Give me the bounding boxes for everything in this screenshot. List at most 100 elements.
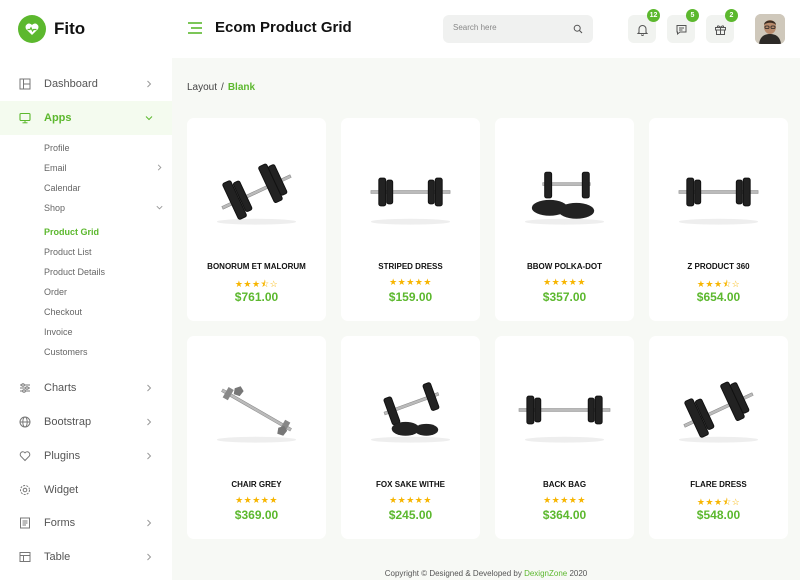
dumbbell-product-image[interactable] (515, 374, 614, 444)
bell-icon (636, 24, 648, 36)
gifts-badge: 2 (725, 9, 738, 22)
sidebar-item-label: Forms (44, 517, 76, 529)
notifications-badge: 12 (647, 9, 660, 22)
sidebar-item-label: Widget (44, 484, 79, 496)
gear-icon (18, 483, 32, 497)
subitem-label: Checkout (44, 307, 83, 317)
form-icon (18, 516, 32, 530)
product-price: $364.00 (542, 508, 587, 522)
globe-icon (18, 415, 32, 429)
product-card[interactable]: FOX SAKE WITHE ★★★★★ $245.00 (341, 336, 480, 539)
subitem-label: Shop (44, 203, 66, 213)
dumbbell-product-image[interactable] (361, 374, 460, 444)
product-name[interactable]: BONORUM ET MALORUM (187, 262, 326, 271)
subitem-label: Product Grid (44, 227, 100, 237)
product-price: $548.00 (696, 508, 741, 522)
sidebar-item-plugins[interactable]: Plugins (0, 439, 172, 473)
sidebar-subitem-shop[interactable]: Shop (44, 201, 164, 215)
sidebar-subitem-checkout[interactable]: Checkout (44, 305, 164, 319)
sidebar-item-charts[interactable]: Charts (0, 371, 172, 405)
product-price: $159.00 (388, 290, 433, 304)
sidebar-subitem-product-details[interactable]: Product Details (44, 265, 164, 279)
sidebar-item-label: Bootstrap (44, 416, 92, 428)
subitem-label: Profile (44, 143, 70, 153)
brand[interactable]: Fito (18, 14, 85, 44)
heart-pulse-logo-icon (18, 15, 46, 43)
sidebar-item-widget[interactable]: Widget (0, 473, 172, 507)
footer-company-link[interactable]: DexignZone (524, 569, 567, 578)
sidebar-item-forms[interactable]: Forms (0, 506, 172, 540)
sidebar-item-dashboard[interactable]: Dashboard (0, 67, 172, 101)
subitem-label: Product List (44, 247, 92, 257)
breadcrumb-parent[interactable]: Layout (187, 82, 217, 93)
gift-icon (714, 24, 726, 35)
footer: Copyright © Designed & Developed by Dexi… (172, 569, 800, 578)
product-name[interactable]: STRIPED DRESS (341, 262, 480, 271)
dumbbell-product-image[interactable] (207, 374, 306, 444)
chat-icon (676, 24, 686, 35)
chevron-right-icon (147, 519, 152, 527)
sidebar-subitem-profile[interactable]: Profile (44, 141, 164, 155)
product-card[interactable]: CHAIR GREY ★★★★★ $369.00 (187, 336, 326, 539)
dumbbell-product-image[interactable] (361, 156, 460, 226)
product-name[interactable]: BBOW POLKA-DOT (495, 262, 634, 271)
sliders-icon (18, 381, 32, 395)
sidebar-subitem-product-grid[interactable]: Product Grid (44, 225, 164, 239)
sidebar-subitem-product-list[interactable]: Product List (44, 245, 164, 259)
sidebar-item-bootstrap[interactable]: Bootstrap (0, 405, 172, 439)
product-card[interactable]: BACK BAG ★★★★★ $364.00 (495, 336, 634, 539)
dumbbell-product-image[interactable] (669, 156, 768, 226)
chevron-down-icon (145, 116, 153, 121)
product-name[interactable]: Z PRODUCT 360 (649, 262, 788, 271)
product-card[interactable]: BONORUM ET MALORUM ★★★⯪☆ $761.00 (187, 118, 326, 321)
sidebar-subitem-email[interactable]: Email (44, 161, 164, 175)
subitem-label: Email (44, 163, 67, 173)
chevron-right-icon (147, 452, 152, 460)
monitor-icon (18, 111, 32, 125)
dumbbell-product-image[interactable] (669, 374, 768, 444)
sidebar-item-table[interactable]: Table (0, 540, 172, 574)
page-title: Ecom Product Grid (215, 19, 352, 36)
product-card[interactable]: STRIPED DRESS ★★★★★ $159.00 (341, 118, 480, 321)
product-name[interactable]: CHAIR GREY (187, 480, 326, 489)
messages-button[interactable]: 5 (667, 9, 699, 43)
sidebar: Fito Dashboard Apps Profile Email Calend… (0, 0, 172, 580)
sidebar-subitem-calendar[interactable]: Calendar (44, 181, 164, 195)
sidebar-item-label: Plugins (44, 450, 81, 462)
dumbbell-product-image[interactable] (207, 156, 306, 226)
header: Ecom Product Grid 12 5 2 (172, 0, 800, 58)
dumbbell-product-image[interactable] (515, 156, 614, 226)
hamburger-menu-icon[interactable] (188, 22, 202, 34)
avatar[interactable] (755, 14, 785, 44)
product-card[interactable]: Z PRODUCT 360 ★★★⯪☆ $654.00 (649, 118, 788, 321)
breadcrumb-separator: / (221, 82, 224, 93)
search-input[interactable] (453, 23, 563, 32)
sidebar-item-label: Table (44, 551, 71, 563)
notifications-button[interactable]: 12 (628, 9, 660, 43)
brand-name: Fito (54, 19, 86, 38)
gifts-button[interactable]: 2 (706, 9, 738, 43)
sidebar-item-apps[interactable]: Apps (0, 101, 172, 135)
product-rating-stars: ★★★★★ (235, 495, 278, 505)
subitem-label: Order (44, 287, 68, 297)
product-card[interactable]: FLARE DRESS ★★★⯪☆ $548.00 (649, 336, 788, 539)
product-price: $761.00 (234, 290, 279, 304)
search-icon[interactable] (573, 24, 583, 34)
chevron-down-icon (156, 205, 163, 210)
sidebar-subitem-invoice[interactable]: Invoice (44, 325, 164, 339)
product-name[interactable]: FLARE DRESS (649, 480, 788, 489)
product-price: $357.00 (542, 290, 587, 304)
product-price: $654.00 (696, 290, 741, 304)
chevron-right-icon (147, 553, 152, 561)
product-rating-stars: ★★★★★ (543, 277, 586, 287)
product-name[interactable]: FOX SAKE WITHE (341, 480, 480, 489)
sidebar-item-label: Charts (44, 382, 77, 394)
heart-icon (18, 449, 32, 463)
dashboard-icon (18, 77, 32, 91)
sidebar-subitem-customers[interactable]: Customers (44, 345, 164, 359)
product-card[interactable]: BBOW POLKA-DOT ★★★★★ $357.00 (495, 118, 634, 321)
product-name[interactable]: BACK BAG (495, 480, 634, 489)
sidebar-item-label: Apps (44, 112, 72, 124)
subitem-label: Calendar (44, 183, 81, 193)
sidebar-subitem-order[interactable]: Order (44, 285, 164, 299)
